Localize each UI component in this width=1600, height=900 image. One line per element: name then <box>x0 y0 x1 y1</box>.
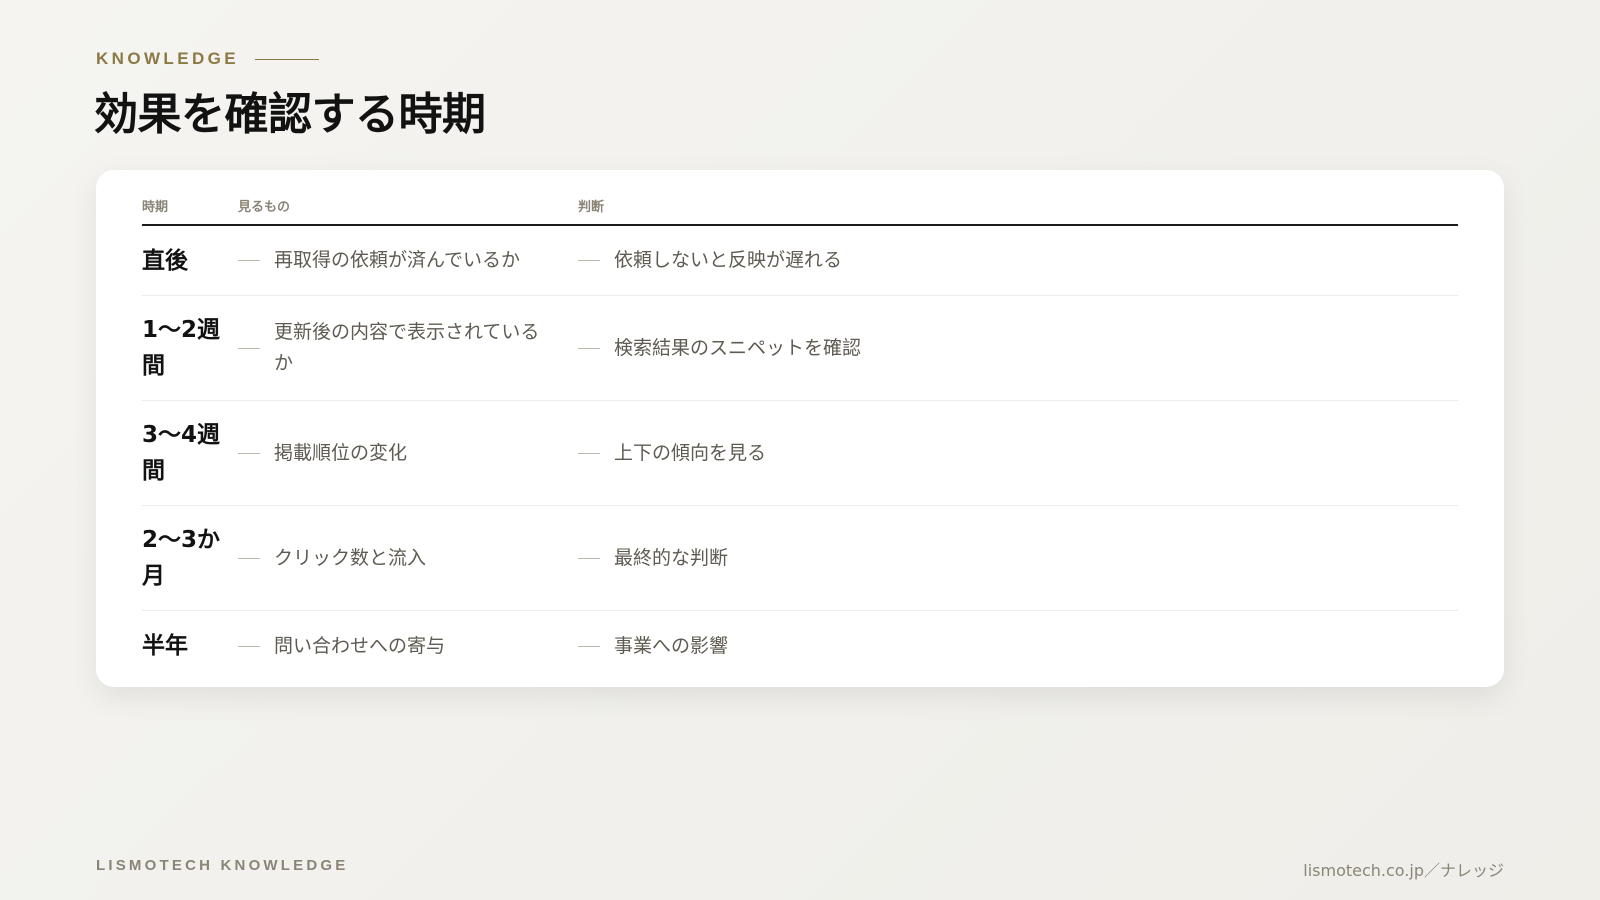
footer-url[interactable]: lismotech.co.jp／ナレッジ <box>1303 857 1504 881</box>
observe-cell: 問い合わせへの寄与 <box>238 631 578 662</box>
observe-text: クリック数と流入 <box>274 546 427 569</box>
observe-cell: 更新後の内容で表示されているか <box>238 317 578 379</box>
judge-text: 事業への影響 <box>614 634 729 657</box>
judge-cell: 上下の傾向を見る <box>578 438 1458 469</box>
dash-icon <box>238 347 260 349</box>
dash-icon <box>238 260 260 261</box>
judge-text: 上下の傾向を見る <box>614 441 767 464</box>
table-row: 3〜4週間 掲載順位の変化 上下の傾向を見る <box>142 401 1458 506</box>
page-title: 効果を確認する時期 <box>94 89 486 140</box>
dash-icon <box>238 557 260 559</box>
period-cell: 半年 <box>142 633 188 659</box>
timing-table-card: 時期 見るもの 判断 直後 再取得の依頼が済んでいるか 依頼しないと反映が遅れる… <box>96 170 1504 687</box>
header-judge: 判断 <box>578 200 605 215</box>
eyebrow-rule <box>254 58 319 60</box>
judge-text: 依頼しないと反映が遅れる <box>614 249 843 271</box>
dash-icon <box>578 557 600 559</box>
table-row: 半年 問い合わせへの寄与 事業への影響 <box>142 611 1458 681</box>
dash-icon <box>578 645 600 647</box>
section-eyebrow: KNOWLEDGE <box>96 49 319 69</box>
table-header: 時期 見るもの 判断 <box>142 170 1458 226</box>
footer-brand: LISMOTECH KNOWLEDGE <box>96 857 349 874</box>
period-cell: 1〜2週間 <box>142 317 221 379</box>
dash-icon <box>578 452 600 454</box>
dash-icon <box>578 260 600 261</box>
dash-icon <box>578 347 600 349</box>
observe-cell: クリック数と流入 <box>238 543 578 574</box>
eyebrow-label: KNOWLEDGE <box>96 49 239 68</box>
judge-text: 最終的な判断 <box>614 546 729 569</box>
observe-text: 問い合わせへの寄与 <box>274 634 446 657</box>
observe-text: 掲載順位の変化 <box>274 441 408 464</box>
observe-text: 更新後の内容で表示されているか <box>274 321 540 374</box>
dash-icon <box>238 645 260 647</box>
table-row: 直後 再取得の依頼が済んでいるか 依頼しないと反映が遅れる <box>142 226 1458 296</box>
judge-cell: 検索結果のスニペットを確認 <box>578 333 1458 364</box>
period-cell: 直後 <box>142 247 188 274</box>
judge-text: 検索結果のスニペットを確認 <box>614 336 862 359</box>
dash-icon <box>238 452 260 454</box>
observe-cell: 再取得の依頼が済んでいるか <box>238 245 578 276</box>
header-period: 時期 <box>142 200 169 215</box>
table-row: 2〜3か月 クリック数と流入 最終的な判断 <box>142 506 1458 611</box>
header-observe: 見るもの <box>238 200 291 215</box>
judge-cell: 事業への影響 <box>578 631 1458 662</box>
judge-cell: 依頼しないと反映が遅れる <box>578 245 1458 276</box>
observe-text: 再取得の依頼が済んでいるか <box>274 249 521 271</box>
period-cell: 3〜4週間 <box>142 422 221 484</box>
table-row: 1〜2週間 更新後の内容で表示されているか 検索結果のスニペットを確認 <box>142 296 1458 401</box>
judge-cell: 最終的な判断 <box>578 543 1458 574</box>
period-cell: 2〜3か月 <box>142 527 221 589</box>
observe-cell: 掲載順位の変化 <box>238 438 578 469</box>
